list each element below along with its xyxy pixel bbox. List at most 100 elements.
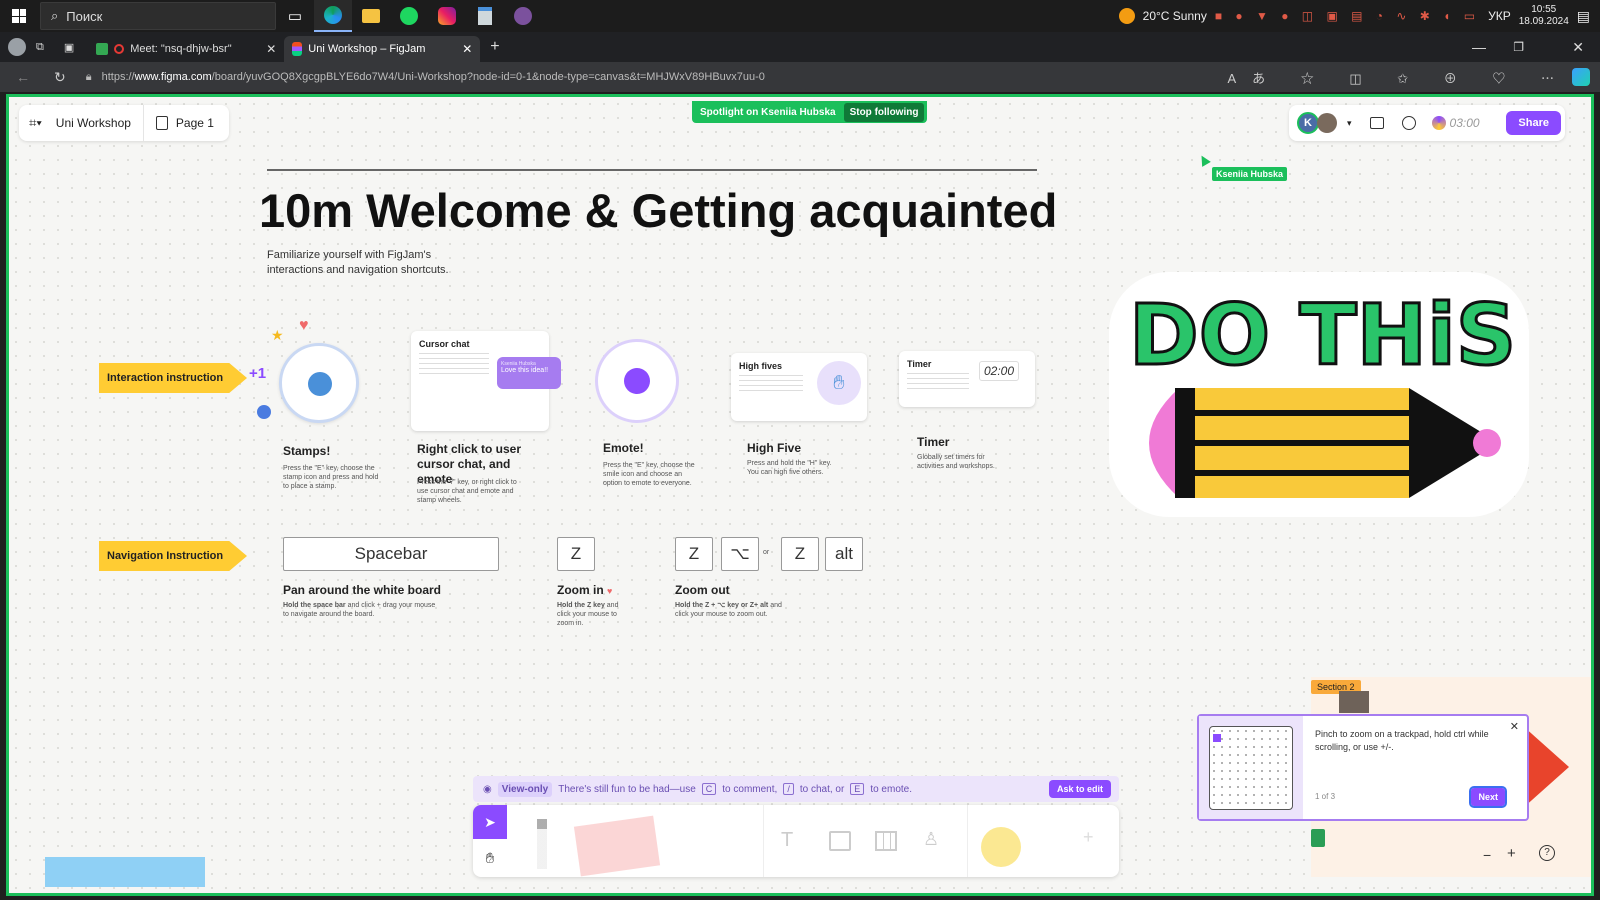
tab-meet[interactable]: Meet: "nsq-dhjw-bsr" ✕	[88, 36, 284, 62]
zoom-out-icon[interactable]: −	[1483, 847, 1491, 863]
ask-to-edit-button[interactable]: Ask to edit	[1048, 780, 1111, 798]
browser-toolbar-icons[interactable]: Aあ ☆ ◫ ✩ ⊕ ♡ ⋯	[1227, 68, 1570, 87]
do-this-sticker: DO THiS	[1109, 272, 1529, 517]
file-explorer-icon[interactable]	[352, 0, 390, 32]
sticky-tool-icon[interactable]	[573, 815, 661, 877]
timer-preview: Timer 02:00	[899, 351, 1035, 407]
stop-following-button[interactable]: Stop following	[843, 102, 925, 122]
spotlight-text: Spotlight on Kseniia Hubska	[700, 106, 836, 118]
language-indicator[interactable]: УКР	[1488, 9, 1511, 23]
figma-favicon	[292, 42, 303, 56]
windows-start-icon[interactable]	[0, 0, 38, 32]
figjam-canvas[interactable]: ⌗▾ Uni Workshop Page 1 Spotlight on Ksen…	[6, 94, 1594, 896]
tip-next-button[interactable]: Next	[1469, 786, 1507, 808]
title-rule	[267, 169, 1037, 171]
file-menu[interactable]: ⌗▾ Uni Workshop Page 1	[19, 105, 229, 141]
close-window-icon[interactable]: ✕	[1572, 39, 1584, 56]
notification-icon[interactable]: ▤	[1577, 8, 1590, 25]
taskbar-search[interactable]: ⌕ Поиск	[40, 2, 276, 30]
cursor-chat-preview: Cursor chat Kseniia Hubska Love this ide…	[411, 331, 561, 431]
more-tools-icon[interactable]: +	[1083, 827, 1094, 848]
tip-count: 1 of 3	[1315, 792, 1336, 801]
copilot-icon[interactable]	[1572, 68, 1590, 86]
url-text: https://www.figma.com/board/yuvGOQ8Xgcgp…	[101, 71, 765, 83]
chat-key: /	[783, 783, 794, 795]
zoom-out-desc: Hold the Z + ⌥ key or Z+ alt and click y…	[675, 602, 782, 618]
task-view-icon[interactable]: ▭	[276, 0, 314, 32]
timer-icon	[1431, 116, 1446, 130]
file-name[interactable]: Uni Workshop	[56, 116, 131, 130]
close-icon[interactable]: ✕	[1510, 720, 1519, 733]
page-name[interactable]: Page 1	[176, 116, 214, 130]
url-field[interactable]: 🔒︎ https://www.figma.com/board/yuvGOQ8Xg…	[86, 65, 1266, 89]
avatar-photo[interactable]	[1317, 113, 1337, 133]
chevron-down-icon[interactable]: ▾	[1347, 118, 1352, 129]
select-tool-icon[interactable]: ➤	[473, 805, 507, 839]
blue-dot-icon	[257, 405, 271, 419]
cursor-chat-title: Cursor chat	[419, 339, 470, 349]
close-tab-icon[interactable]: ✕	[266, 42, 276, 56]
sticker-text: DO THiS	[1129, 286, 1516, 384]
tab-label: Uni Workshop – FigJam	[308, 43, 426, 55]
emote-desc: Press the "E" key, choose the smile icon…	[603, 462, 695, 487]
new-tab-icon[interactable]: +	[490, 38, 499, 56]
edge-icon[interactable]	[314, 0, 352, 32]
close-tab-icon[interactable]: ✕	[462, 42, 472, 56]
instagram-icon[interactable]	[428, 0, 466, 32]
high-fives-preview: High fives ✋︎	[731, 353, 867, 421]
minimize-icon[interactable]: —	[1472, 39, 1486, 55]
emote-title: Emote!	[603, 441, 644, 455]
board-title: 10m Welcome & Getting acquainted	[259, 184, 1058, 237]
zoom-out-z-key: Z	[675, 537, 713, 571]
cursor-chat-lines	[419, 353, 489, 375]
pan-title: Pan around the white board	[283, 583, 442, 597]
viber-icon[interactable]	[504, 0, 542, 32]
zoom-in-title: Zoom in ♥	[557, 583, 613, 597]
back-icon[interactable]: ←	[16, 69, 30, 85]
marker-tool-icon[interactable]	[537, 819, 547, 869]
navigation-instruction-banner: Navigation Instruction	[99, 541, 247, 571]
search-icon: ⌕	[51, 8, 59, 23]
avatar[interactable]: K	[1297, 112, 1319, 134]
browser-tab-strip: ⧉ ▣ Meet: "nsq-dhjw-bsr" ✕ Uni Workshop …	[0, 32, 1600, 62]
stamp-tool-icon[interactable]: ♙	[923, 829, 939, 850]
tab-figjam[interactable]: Uni Workshop – FigJam ✕	[284, 36, 481, 62]
layout-icon[interactable]	[1369, 117, 1384, 129]
comment-key: C	[701, 783, 717, 795]
hand-icon: ✋︎	[817, 361, 861, 405]
remote-cursor-icon	[1197, 153, 1211, 167]
hand-tool-icon[interactable]: ✋︎	[473, 841, 507, 875]
share-button[interactable]: Share	[1506, 111, 1561, 135]
zoom-tip-popover: Pinch to zoom on a trackpad, hold ctrl w…	[1197, 714, 1529, 821]
spacebar-key: Spacebar	[283, 537, 499, 571]
heart-icon: ♥	[607, 586, 613, 596]
timer-desc: Globally set timers for activities and w…	[917, 454, 995, 470]
lock-icon: 🔒︎	[85, 70, 92, 83]
figjam-menu-icon[interactable]: ⌗▾	[29, 115, 42, 131]
spotify-icon[interactable]	[390, 0, 428, 32]
view-only-text: to chat, or	[799, 783, 845, 795]
tab-actions-icon[interactable]: ▣	[64, 41, 74, 54]
page-icon	[155, 116, 168, 130]
restore-icon[interactable]: ❐	[1513, 40, 1524, 54]
workspaces-icon[interactable]: ⧉	[36, 41, 44, 54]
tab-label: Meet: "nsq-dhjw-bsr"	[130, 43, 232, 55]
notepad-icon[interactable]	[466, 0, 504, 32]
comment-icon[interactable]	[1401, 116, 1416, 130]
high-five-desc: Press and hold the "H" key. You can high…	[747, 460, 832, 476]
timer-value: 03:00	[1449, 116, 1480, 130]
timer-widget[interactable]: 03:00	[1431, 116, 1480, 130]
refresh-icon[interactable]: ↻	[54, 69, 66, 86]
clock[interactable]: 10:55 18.09.2024	[1519, 4, 1569, 28]
text-tool-icon[interactable]: T	[781, 829, 793, 852]
section-tool-icon[interactable]	[829, 831, 851, 851]
zoom-in-icon[interactable]: +	[1507, 845, 1516, 862]
emoji-stickers-icon[interactable]	[981, 827, 1021, 867]
tray-icons[interactable]: ■ ● ▼ ● ◫ ▣ ▤ ◔ ∿ ✱ ◖ ▭	[1215, 9, 1480, 23]
table-tool-icon[interactable]	[875, 831, 897, 851]
search-placeholder: Поиск	[66, 8, 103, 24]
cursor-chat-bubble: Kseniia Hubska Love this idea!!	[497, 357, 561, 389]
profile-icon[interactable]	[8, 38, 26, 56]
windows-taskbar: ⌕ Поиск ▭ 20°C Sunny ■ ● ▼ ● ◫ ▣ ▤ ◔ ∿ ✱…	[0, 0, 1600, 32]
help-icon[interactable]: ?	[1539, 845, 1555, 861]
